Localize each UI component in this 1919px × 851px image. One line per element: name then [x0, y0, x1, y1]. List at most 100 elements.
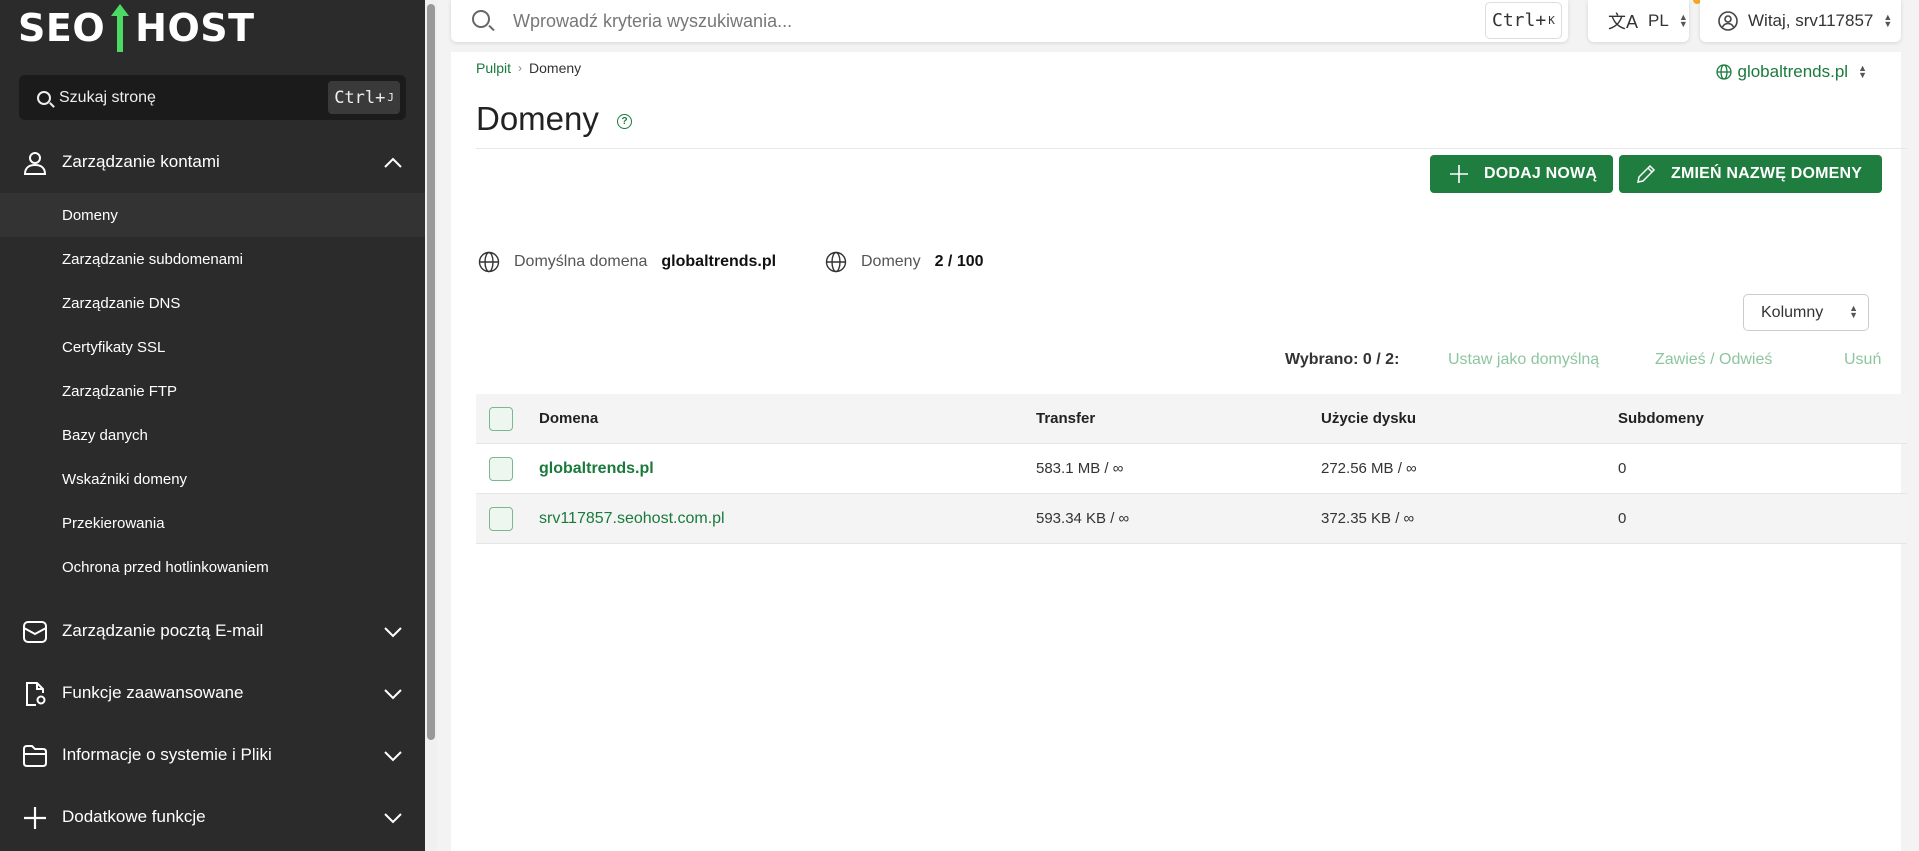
pencil-icon	[1637, 164, 1656, 183]
columns-label: Kolumny	[1761, 303, 1824, 321]
user-circle-icon	[1718, 11, 1738, 31]
suspend-action[interactable]: Zawieś / Odwieś	[1655, 351, 1772, 369]
section-title: Funkcje zaawansowane	[62, 683, 244, 702]
sidebar-scrollbar[interactable]	[425, 0, 437, 851]
sidebar-item-domains[interactable]: Domeny	[0, 193, 425, 237]
plus-icon	[24, 807, 46, 829]
column-header-disk-usage[interactable]: Użycie dysku	[1321, 410, 1416, 427]
account-submenu: Domeny Zarządzanie subdomenami Zarządzan…	[0, 193, 425, 589]
delete-action[interactable]: Usuń	[1844, 351, 1881, 369]
rename-domain-button[interactable]: ZMIEŃ NAZWĘ DOMENY	[1619, 155, 1882, 193]
page-title: Domeny	[476, 100, 599, 137]
domain-selector-value: globaltrends.pl	[1737, 62, 1849, 81]
transfer-value: 583.1 MB / ∞	[1036, 460, 1124, 477]
sidebar-search-shortcut: Ctrl+ J	[328, 81, 400, 114]
subdomains-value: 0	[1618, 510, 1627, 527]
globe-icon	[825, 251, 847, 273]
section-extra-functions[interactable]: Dodatkowe funkcje	[0, 792, 425, 842]
help-icon[interactable]: ?	[617, 114, 632, 129]
breadcrumb-current: Domeny	[529, 60, 582, 76]
select-all-checkbox[interactable]	[489, 407, 513, 431]
add-domain-button[interactable]: DODAJ NOWĄ	[1430, 155, 1613, 193]
sidebar-item-ftp[interactable]: Zarządzanie FTP	[0, 369, 425, 413]
user-greeting: Witaj, srv117857	[1748, 11, 1874, 30]
global-search-input[interactable]	[513, 6, 1413, 36]
logo-arrow-icon	[106, 4, 134, 52]
section-account-management[interactable]: Zarządzanie kontami	[0, 137, 425, 187]
chevron-down-icon	[384, 627, 402, 638]
seohost-logo[interactable]: SEO HOST	[18, 4, 255, 52]
sidebar-item-subdomains[interactable]: Zarządzanie subdomenami	[0, 237, 425, 281]
updown-icon: ▲ ▼	[1849, 303, 1858, 320]
domain-link[interactable]: globaltrends.pl	[539, 460, 654, 478]
default-domain-info: Domyślna domena globaltrends.pl	[478, 251, 776, 273]
sidebar-item-databases[interactable]: Bazy danych	[0, 413, 425, 457]
disk-usage-value: 372.35 KB / ∞	[1321, 510, 1415, 527]
sidebar: SEO HOST Szukaj stronę Ctrl+ J Zarządzani…	[0, 0, 425, 851]
domains-table: Domena Transfer Użycie dysku Subdomeny g…	[476, 394, 1907, 544]
global-search-bar: Ctrl+K	[451, 0, 1568, 42]
sidebar-item-domain-pointers[interactable]: Wskaźniki domeny	[0, 457, 425, 501]
chevron-down-icon	[384, 813, 402, 824]
table-row: srv117857.seohost.com.pl 593.34 KB / ∞ 3…	[476, 494, 1907, 544]
table-row: globaltrends.pl 583.1 MB / ∞ 272.56 MB /…	[476, 444, 1907, 494]
logo-text-left: SEO	[18, 6, 106, 50]
sidebar-search[interactable]: Szukaj stronę Ctrl+ J	[19, 75, 406, 120]
rename-domain-label: ZMIEŃ NAZWĘ DOMENY	[1671, 165, 1863, 182]
subdomains-value: 0	[1618, 460, 1627, 477]
search-icon	[472, 10, 490, 28]
column-header-domain[interactable]: Domena	[539, 410, 598, 427]
main-content: Pulpit › Domeny globaltrends.pl ▲ ▼ Domen…	[451, 52, 1907, 851]
domain-link[interactable]: srv117857.seohost.com.pl	[539, 510, 725, 528]
sidebar-item-redirects[interactable]: Przekierowania	[0, 501, 425, 545]
section-title: Zarządzanie pocztą E-mail	[62, 621, 264, 640]
user-icon	[23, 152, 47, 175]
column-header-transfer[interactable]: Transfer	[1036, 410, 1095, 427]
sidebar-search-label: Szukaj stronę	[59, 88, 156, 106]
search-shortcut: Ctrl+ K	[1485, 2, 1562, 39]
chevron-right-icon: ›	[518, 61, 523, 75]
updown-icon: ▲ ▼	[1883, 12, 1893, 29]
language-selector[interactable]: 文A PL ▲ ▼	[1588, 0, 1689, 42]
set-default-action[interactable]: Ustaw jako domyślną	[1448, 351, 1599, 369]
breadcrumb-root[interactable]: Pulpit	[476, 60, 511, 76]
plus-icon	[1450, 165, 1468, 183]
chevron-down-icon	[384, 751, 402, 762]
section-advanced-features[interactable]: Funkcje zaawansowane	[0, 668, 425, 718]
divider	[476, 148, 1907, 149]
row-checkbox[interactable]	[489, 457, 513, 481]
chevron-up-icon	[384, 157, 402, 168]
section-title: Zarządzanie kontami	[62, 152, 220, 171]
default-domain-label: Domyślna domena	[514, 253, 648, 270]
globe-icon	[1715, 64, 1732, 80]
section-system-info-files[interactable]: Informacje o systemie i Pliki	[0, 730, 425, 780]
section-email-management[interactable]: Zarządzanie pocztą E-mail	[0, 606, 425, 656]
column-header-subdomains[interactable]: Subdomeny	[1618, 410, 1704, 427]
search-icon	[37, 90, 51, 105]
disk-usage-value: 272.56 MB / ∞	[1321, 460, 1417, 477]
columns-select[interactable]: Kolumny ▲ ▼	[1743, 294, 1869, 331]
domain-count-info: Domeny 2 / 100	[825, 251, 984, 273]
default-domain-value: globaltrends.pl	[661, 253, 777, 270]
breadcrumb: Pulpit › Domeny	[476, 60, 581, 76]
selected-count: Wybrano: 0 / 2:	[1285, 351, 1400, 368]
mail-icon	[23, 621, 47, 643]
sidebar-item-ssl[interactable]: Certyfikaty SSL	[0, 325, 425, 369]
table-header: Domena Transfer Użycie dysku Subdomeny	[476, 394, 1907, 444]
language-value: PL	[1648, 11, 1669, 30]
domain-count-value: 2 / 100	[934, 253, 984, 270]
user-menu[interactable]: Witaj, srv117857 ▲ ▼	[1700, 0, 1901, 42]
globe-icon	[478, 251, 500, 273]
domain-selector[interactable]: globaltrends.pl ▲ ▼	[1715, 62, 1867, 82]
add-domain-label: DODAJ NOWĄ	[1484, 165, 1598, 182]
logo-text-right: HOST	[135, 6, 255, 50]
scrollbar-thumb[interactable]	[427, 4, 435, 740]
doc-gear-icon	[26, 682, 46, 706]
sidebar-item-dns[interactable]: Zarządzanie DNS	[0, 281, 425, 325]
sidebar-item-hotlink-protection[interactable]: Ochrona przed hotlinkowaniem	[0, 545, 425, 589]
chevron-down-icon	[384, 689, 402, 700]
section-title: Dodatkowe funkcje	[62, 807, 206, 826]
transfer-value: 593.34 KB / ∞	[1036, 510, 1130, 527]
translate-icon: 文A	[1608, 12, 1639, 32]
row-checkbox[interactable]	[489, 507, 513, 531]
